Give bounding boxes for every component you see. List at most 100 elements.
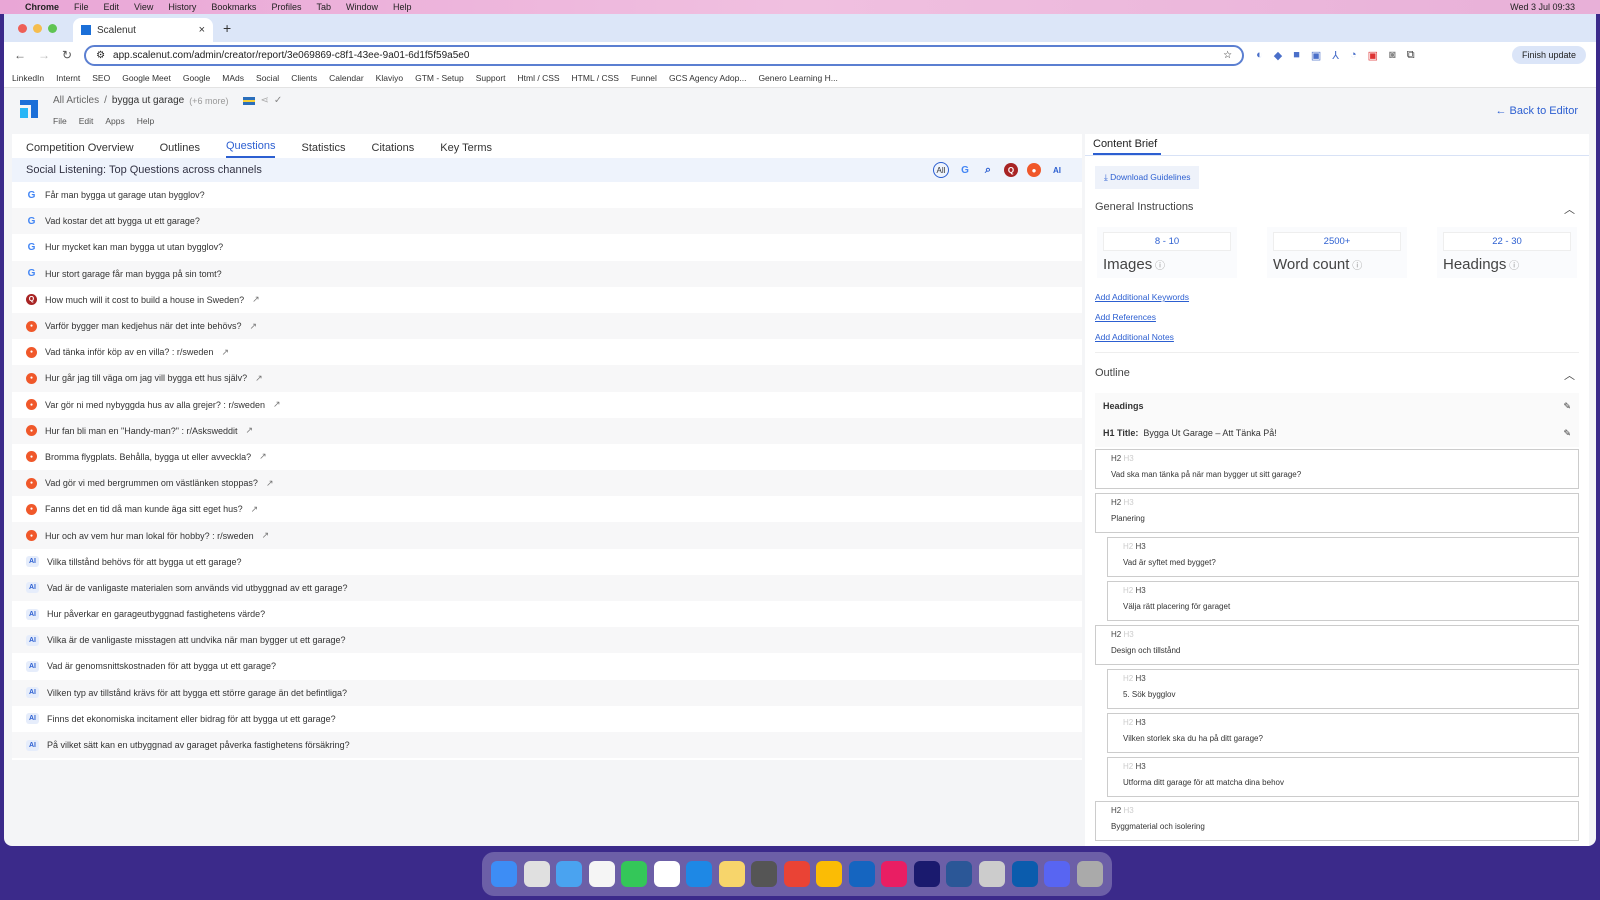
tab-questions[interactable]: Questions <box>225 140 276 158</box>
dock-app-icon[interactable] <box>621 861 648 887</box>
outline-heading-item[interactable]: H2 H3 Vad är syftet med bygget? <box>1107 537 1579 577</box>
os-menu-profiles[interactable]: Profiles <box>271 2 301 12</box>
bookmark-item[interactable]: Google <box>183 73 210 83</box>
question-row[interactable]: ● Fanns det en tid då man kunde äga sitt … <box>12 496 1082 522</box>
tab-competition-overview[interactable]: Competition Overview <box>26 142 134 158</box>
breadcrumb-all-articles[interactable]: All Articles <box>53 95 99 106</box>
bookmark-item[interactable]: GCS Agency Adop... <box>669 73 747 83</box>
app-menu-file[interactable]: File <box>53 116 67 126</box>
question-row[interactable]: ● Hur fan bli man en "Handy-man?" : r/Ask… <box>12 417 1082 444</box>
filter-all[interactable]: All <box>933 162 949 178</box>
question-row[interactable]: AI Vad är genomsnittskostnaden för att by… <box>12 653 1082 679</box>
os-menu-bookmarks[interactable]: Bookmarks <box>211 2 256 12</box>
dock-app-icon[interactable] <box>946 861 973 887</box>
outline-heading-item[interactable]: H2 H3 Byggmaterial och isolering <box>1095 801 1579 841</box>
dock-app-icon[interactable] <box>848 861 875 887</box>
question-row[interactable]: AI Vilken typ av tillstånd krävs för att … <box>12 679 1082 706</box>
external-link-icon[interactable]: ↗ <box>255 373 263 384</box>
scalenut-logo[interactable] <box>20 100 38 118</box>
download-guidelines-button[interactable]: ⤓ Download Guidelines <box>1095 166 1200 189</box>
h2-toggle[interactable]: H2 <box>1111 630 1121 639</box>
external-link-icon[interactable]: ↗ <box>266 478 274 489</box>
bookmark-star-icon[interactable]: ☆ <box>1223 50 1232 61</box>
filter-quora-icon[interactable]: Q <box>1004 163 1018 177</box>
bookmark-item[interactable]: GTM - Setup <box>415 73 464 83</box>
external-link-icon[interactable]: ↗ <box>249 321 257 332</box>
outline-heading-item[interactable]: H2 H3 Planering <box>1095 493 1579 533</box>
filter-google-icon[interactable]: G <box>958 163 972 177</box>
tab-content-brief[interactable]: Content Brief <box>1093 134 1161 155</box>
address-bar[interactable]: ⚙ app.scalenut.com/admin/creator/report/3… <box>84 44 1245 66</box>
question-row[interactable]: AI Vilka tillstånd behövs för att bygga u… <box>12 549 1082 575</box>
dock-app-icon[interactable] <box>653 861 680 887</box>
question-row[interactable]: G Vad kostar det att bygga ut ett garage? <box>12 208 1082 235</box>
dock-app-icon[interactable] <box>1076 861 1103 887</box>
question-row[interactable]: AI Vad är de vanligaste materialen som an… <box>12 574 1082 601</box>
add-link[interactable]: Add Additional Keywords <box>1095 292 1589 302</box>
info-icon[interactable]: ⓘ <box>1152 261 1165 272</box>
info-icon[interactable]: ⓘ <box>1506 261 1519 272</box>
dock-app-icon[interactable] <box>1011 861 1038 887</box>
filter-search-icon[interactable]: ⌕ <box>981 163 995 177</box>
share-icon[interactable]: ⋖ <box>260 95 268 106</box>
bookmark-item[interactable]: Genero Learning H... <box>758 73 837 83</box>
question-row[interactable]: G Hur stort garage får man bygga på sin t… <box>12 260 1082 287</box>
question-row[interactable]: ● Hur går jag till väga om jag vill bygga… <box>12 365 1082 392</box>
back-to-editor-link[interactable]: ← Back to Editor <box>1495 105 1578 117</box>
tab-citations[interactable]: Citations <box>372 142 415 158</box>
dock-app-icon[interactable] <box>913 861 940 887</box>
filter-reddit-icon[interactable]: ● <box>1027 163 1041 177</box>
close-window-button[interactable] <box>18 23 27 33</box>
outline-heading-item[interactable]: H2 H3 Vilken storlek ska du ha på ditt ga… <box>1107 713 1579 753</box>
heading-level-toggle[interactable]: H2 H3 <box>1111 806 1578 815</box>
bookmark-item[interactable]: Html / CSS <box>518 73 560 83</box>
close-tab-icon[interactable]: × <box>199 24 205 36</box>
question-row[interactable]: ● Bromma flygplats. Behålla, bygga ut ell… <box>12 444 1082 470</box>
info-icon[interactable]: ⓘ <box>1349 261 1362 272</box>
dock-app-icon[interactable] <box>588 861 615 887</box>
os-menu-chrome[interactable]: Chrome <box>25 2 59 12</box>
h1-title[interactable]: Bygga Ut Garage – Att Tänka På! <box>1143 428 1276 438</box>
zoom-window-button[interactable] <box>48 23 57 33</box>
new-tab-button[interactable]: + <box>223 20 231 36</box>
tab-statistics[interactable]: Statistics <box>301 142 345 158</box>
dock-app-icon[interactable] <box>881 861 908 887</box>
external-link-icon[interactable]: ↗ <box>245 425 253 436</box>
app-menu-help[interactable]: Help <box>137 116 154 126</box>
h2-toggle[interactable]: H2 <box>1111 454 1121 463</box>
heading-level-toggle[interactable]: H2 H3 <box>1123 674 1578 683</box>
add-link[interactable]: Add Additional Notes <box>1095 332 1589 342</box>
bookmark-item[interactable]: Google Meet <box>122 73 171 83</box>
heading-level-toggle[interactable]: H2 H3 <box>1123 542 1578 551</box>
h2-toggle[interactable]: H2 <box>1111 806 1121 815</box>
external-link-icon[interactable]: ↗ <box>273 399 281 410</box>
heading-level-toggle[interactable]: H2 H3 <box>1111 454 1578 463</box>
heading-level-toggle[interactable]: H2 H3 <box>1123 718 1578 727</box>
app-menu-edit[interactable]: Edit <box>79 116 94 126</box>
dock-app-icon[interactable] <box>751 861 778 887</box>
heading-level-toggle[interactable]: H2 H3 <box>1111 630 1578 639</box>
dock-app-icon[interactable] <box>1044 861 1071 887</box>
outline-heading-item[interactable]: H2 H3 Vad ska man tänka på när man bygger… <box>1095 449 1579 489</box>
outline-heading-item[interactable]: H2 H3 Design och tillstånd <box>1095 625 1579 665</box>
os-menu-history[interactable]: History <box>168 2 196 12</box>
dock-app-icon[interactable] <box>686 861 713 887</box>
extensions-toolbar[interactable]: ◐ ◆ ■ ▣ ⅄ ◔ ▣ ◙ ⧉ <box>1256 49 1415 62</box>
question-row[interactable]: Q How much will it cost to build a house … <box>12 287 1082 313</box>
bookmark-item[interactable]: LinkedIn <box>12 73 44 83</box>
dock-app-icon[interactable] <box>491 861 518 887</box>
os-menu-edit[interactable]: Edit <box>104 2 120 12</box>
question-row[interactable]: AI Vilka är de vanligaste misstagen att u… <box>12 627 1082 654</box>
chevron-up-icon[interactable]: ︿ <box>1564 367 1575 383</box>
tab-key-terms[interactable]: Key Terms <box>440 142 492 158</box>
dock-app-icon[interactable] <box>978 861 1005 887</box>
h2-toggle[interactable]: H2 <box>1111 498 1121 507</box>
heading-level-toggle[interactable]: H2 H3 <box>1123 762 1578 771</box>
os-menu-help[interactable]: Help <box>393 2 412 12</box>
dock-app-icon[interactable] <box>556 861 583 887</box>
os-menu-window[interactable]: Window <box>346 2 378 12</box>
h3-toggle[interactable]: H3 <box>1135 542 1145 551</box>
question-row[interactable]: G Får man bygga ut garage utan bygglov? <box>12 182 1082 208</box>
bookmark-item[interactable]: Calendar <box>329 73 364 83</box>
outline-heading-item[interactable]: H2 H3 Välja rätt placering för garaget <box>1107 581 1579 621</box>
